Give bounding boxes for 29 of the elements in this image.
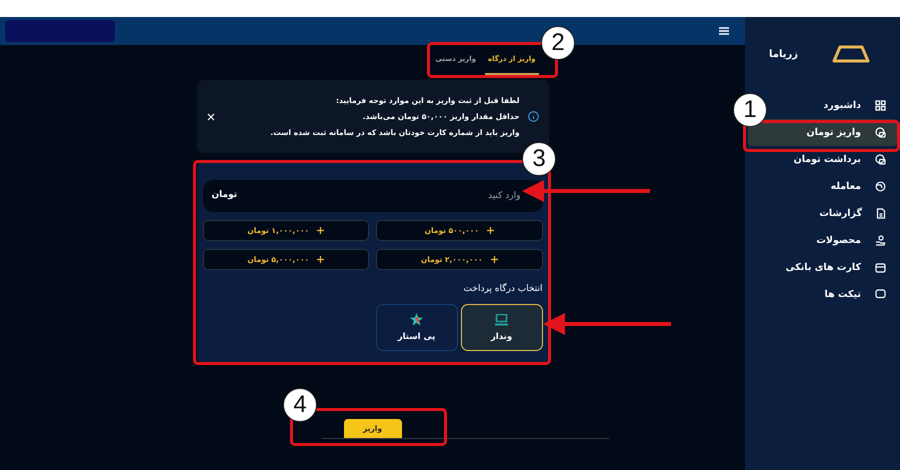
currency-label: تومان [212,190,238,200]
gateway-option[interactable]: وندار [460,304,542,351]
sidebar-item[interactable]: داشبورد [823,92,897,119]
info-icon [528,111,538,122]
coin-icon [875,127,886,138]
logo-icon [832,45,870,63]
sidebar-item[interactable]: برداشت تومان [794,146,897,173]
document-icon [876,208,886,219]
sidebar-item[interactable]: کارت های بانکی [786,254,897,281]
gateway-option[interactable]: پی استار [376,304,458,351]
sidebar-item[interactable]: تیکت ها [824,281,897,308]
laptop-icon [495,314,508,326]
hand-icon [875,235,886,246]
sidebar-item[interactable]: محصولات [816,227,897,254]
coin-icon [875,154,886,165]
plus-icon [317,227,324,234]
plus-icon [490,256,498,263]
star-icon [410,313,423,326]
sidebar-item[interactable]: گزارشات [819,200,897,227]
grid-icon [875,100,886,111]
brand-name: زریاما [769,48,798,60]
section-title: انتخاب درگاه پرداخت [462,284,542,294]
chat-icon [875,289,886,300]
close-icon[interactable] [206,112,214,120]
menu-icon[interactable] [719,27,729,35]
plus-icon [486,227,494,234]
plus-icon [317,256,324,263]
card-icon [875,262,886,272]
sidebar-item[interactable]: معامله [830,173,897,200]
